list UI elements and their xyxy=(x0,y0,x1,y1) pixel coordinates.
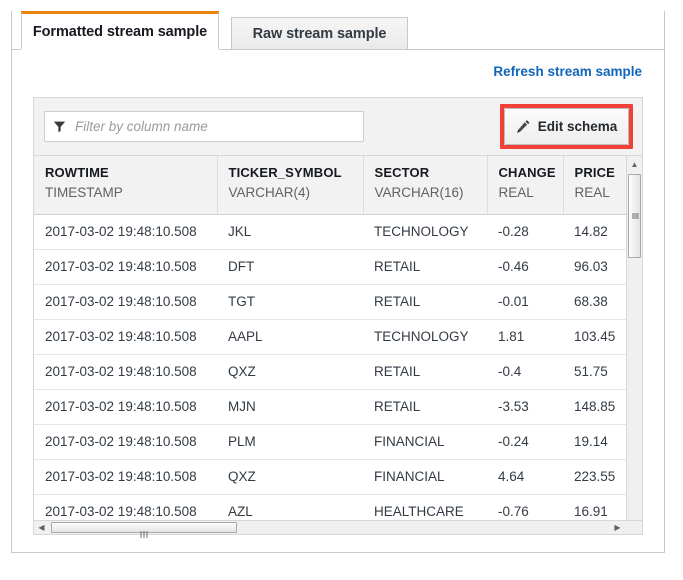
cell-change: -3.53 xyxy=(487,389,563,424)
table-row[interactable]: 2017-03-02 19:48:10.508MJNRETAIL-3.53148… xyxy=(34,389,627,424)
cell-sector: RETAIL xyxy=(363,284,487,319)
refresh-row: Refresh stream sample xyxy=(12,50,664,94)
horizontal-scrollbar-thumb[interactable] xyxy=(51,522,237,533)
cell-change: -0.24 xyxy=(487,424,563,459)
stream-sample-table-container: ROWTIME TIMESTAMP TICKER_SYMBOL VARCHAR(… xyxy=(33,155,643,534)
cell-rowtime: 2017-03-02 19:48:10.508 xyxy=(34,424,217,459)
torn-edge-right xyxy=(667,0,683,580)
filter-box[interactable] xyxy=(44,111,364,142)
cell-ticker-symbol: PLM xyxy=(217,424,363,459)
vertical-thumb-grip-icon xyxy=(632,213,639,220)
refresh-stream-sample-link[interactable]: Refresh stream sample xyxy=(493,64,642,79)
cell-price: 148.85 xyxy=(563,389,627,424)
column-name-price: PRICE xyxy=(575,165,628,180)
active-tab-underline-cover xyxy=(21,49,219,51)
cell-price: 68.38 xyxy=(563,284,627,319)
cell-rowtime: 2017-03-02 19:48:10.508 xyxy=(34,284,217,319)
cell-ticker-symbol: DFT xyxy=(217,249,363,284)
cell-price: 19.14 xyxy=(563,424,627,459)
column-type-price: REAL xyxy=(575,185,628,200)
tab-formatted-stream-sample[interactable]: Formatted stream sample xyxy=(21,11,219,50)
cell-change: -0.28 xyxy=(487,214,563,249)
cell-price: 223.55 xyxy=(563,459,627,494)
filter-funnel-icon xyxy=(53,120,66,133)
table-toolbar: Edit schema xyxy=(33,97,643,155)
cell-sector: RETAIL xyxy=(363,389,487,424)
column-name-ticker-symbol: TICKER_SYMBOL xyxy=(229,165,363,180)
column-header-price[interactable]: PRICE REAL xyxy=(563,156,627,214)
cell-sector: FINANCIAL xyxy=(363,424,487,459)
table-row[interactable]: 2017-03-02 19:48:10.508TGTRETAIL-0.0168.… xyxy=(34,284,627,319)
column-header-ticker-symbol[interactable]: TICKER_SYMBOL VARCHAR(4) xyxy=(217,156,363,214)
table-header-row: ROWTIME TIMESTAMP TICKER_SYMBOL VARCHAR(… xyxy=(34,156,627,214)
scroll-left-arrow-icon[interactable]: ◀ xyxy=(34,521,49,534)
cell-sector: TECHNOLOGY xyxy=(363,214,487,249)
column-header-change[interactable]: CHANGE REAL xyxy=(487,156,563,214)
vertical-scrollbar[interactable]: ▲ ▼ xyxy=(626,156,642,533)
cell-ticker-symbol: QXZ xyxy=(217,459,363,494)
cell-ticker-symbol: MJN xyxy=(217,389,363,424)
table-row[interactable]: 2017-03-02 19:48:10.508QXZFINANCIAL4.642… xyxy=(34,459,627,494)
edit-schema-button[interactable]: Edit schema xyxy=(504,108,629,145)
column-header-rowtime[interactable]: ROWTIME TIMESTAMP xyxy=(34,156,217,214)
cell-ticker-symbol: TGT xyxy=(217,284,363,319)
cell-ticker-symbol: JKL xyxy=(217,214,363,249)
cell-change: -0.01 xyxy=(487,284,563,319)
column-name-change: CHANGE xyxy=(499,165,563,180)
cell-change: 4.64 xyxy=(487,459,563,494)
horizontal-thumb-grip-icon xyxy=(140,525,149,532)
cell-ticker-symbol: AAPL xyxy=(217,319,363,354)
tab-bar: Formatted stream sample Raw stream sampl… xyxy=(11,11,665,50)
cell-price: 51.75 xyxy=(563,354,627,389)
torn-edge-bottom xyxy=(0,564,683,580)
column-type-sector: VARCHAR(16) xyxy=(375,185,487,200)
cell-rowtime: 2017-03-02 19:48:10.508 xyxy=(34,459,217,494)
cell-rowtime: 2017-03-02 19:48:10.508 xyxy=(34,319,217,354)
column-name-sector: SECTOR xyxy=(375,165,487,180)
cell-rowtime: 2017-03-02 19:48:10.508 xyxy=(34,354,217,389)
cell-rowtime: 2017-03-02 19:48:10.508 xyxy=(34,249,217,284)
cell-rowtime: 2017-03-02 19:48:10.508 xyxy=(34,389,217,424)
cell-sector: RETAIL xyxy=(363,249,487,284)
vertical-scrollbar-thumb[interactable] xyxy=(628,174,641,258)
column-type-change: REAL xyxy=(499,185,563,200)
table-body: 2017-03-02 19:48:10.508JKLTECHNOLOGY-0.2… xyxy=(34,214,627,534)
cell-sector: TECHNOLOGY xyxy=(363,319,487,354)
cell-change: -0.4 xyxy=(487,354,563,389)
cell-price: 96.03 xyxy=(563,249,627,284)
column-header-sector[interactable]: SECTOR VARCHAR(16) xyxy=(363,156,487,214)
cell-price: 103.45 xyxy=(563,319,627,354)
cell-rowtime: 2017-03-02 19:48:10.508 xyxy=(34,214,217,249)
table-row[interactable]: 2017-03-02 19:48:10.508DFTRETAIL-0.4696.… xyxy=(34,249,627,284)
horizontal-scrollbar[interactable]: ◀ ▶ xyxy=(33,520,643,535)
table-row[interactable]: 2017-03-02 19:48:10.508QXZRETAIL-0.451.7… xyxy=(34,354,627,389)
column-type-ticker-symbol: VARCHAR(4) xyxy=(229,185,363,200)
scroll-up-arrow-icon[interactable]: ▲ xyxy=(627,156,642,172)
cell-price: 14.82 xyxy=(563,214,627,249)
tab-raw-stream-sample[interactable]: Raw stream sample xyxy=(231,17,408,50)
column-type-rowtime: TIMESTAMP xyxy=(45,185,217,200)
stream-sample-table: ROWTIME TIMESTAMP TICKER_SYMBOL VARCHAR(… xyxy=(34,156,627,534)
stream-sample-screenshot: Formatted stream sample Raw stream sampl… xyxy=(0,0,683,580)
filter-input[interactable] xyxy=(73,118,355,135)
column-name-rowtime: ROWTIME xyxy=(45,165,217,180)
cell-sector: RETAIL xyxy=(363,354,487,389)
cell-change: -0.46 xyxy=(487,249,563,284)
tab-raw-label: Raw stream sample xyxy=(253,26,387,42)
pencil-icon xyxy=(516,119,531,134)
cell-sector: FINANCIAL xyxy=(363,459,487,494)
table-row[interactable]: 2017-03-02 19:48:10.508PLMFINANCIAL-0.24… xyxy=(34,424,627,459)
scroll-right-arrow-icon[interactable]: ▶ xyxy=(610,521,625,534)
edit-schema-label: Edit schema xyxy=(538,119,618,134)
cell-change: 1.81 xyxy=(487,319,563,354)
scrollbar-corner xyxy=(626,521,642,534)
table-header: ROWTIME TIMESTAMP TICKER_SYMBOL VARCHAR(… xyxy=(34,156,627,214)
cell-ticker-symbol: QXZ xyxy=(217,354,363,389)
tab-formatted-label: Formatted stream sample xyxy=(33,24,207,40)
table-row[interactable]: 2017-03-02 19:48:10.508JKLTECHNOLOGY-0.2… xyxy=(34,214,627,249)
table-row[interactable]: 2017-03-02 19:48:10.508AAPLTECHNOLOGY1.8… xyxy=(34,319,627,354)
